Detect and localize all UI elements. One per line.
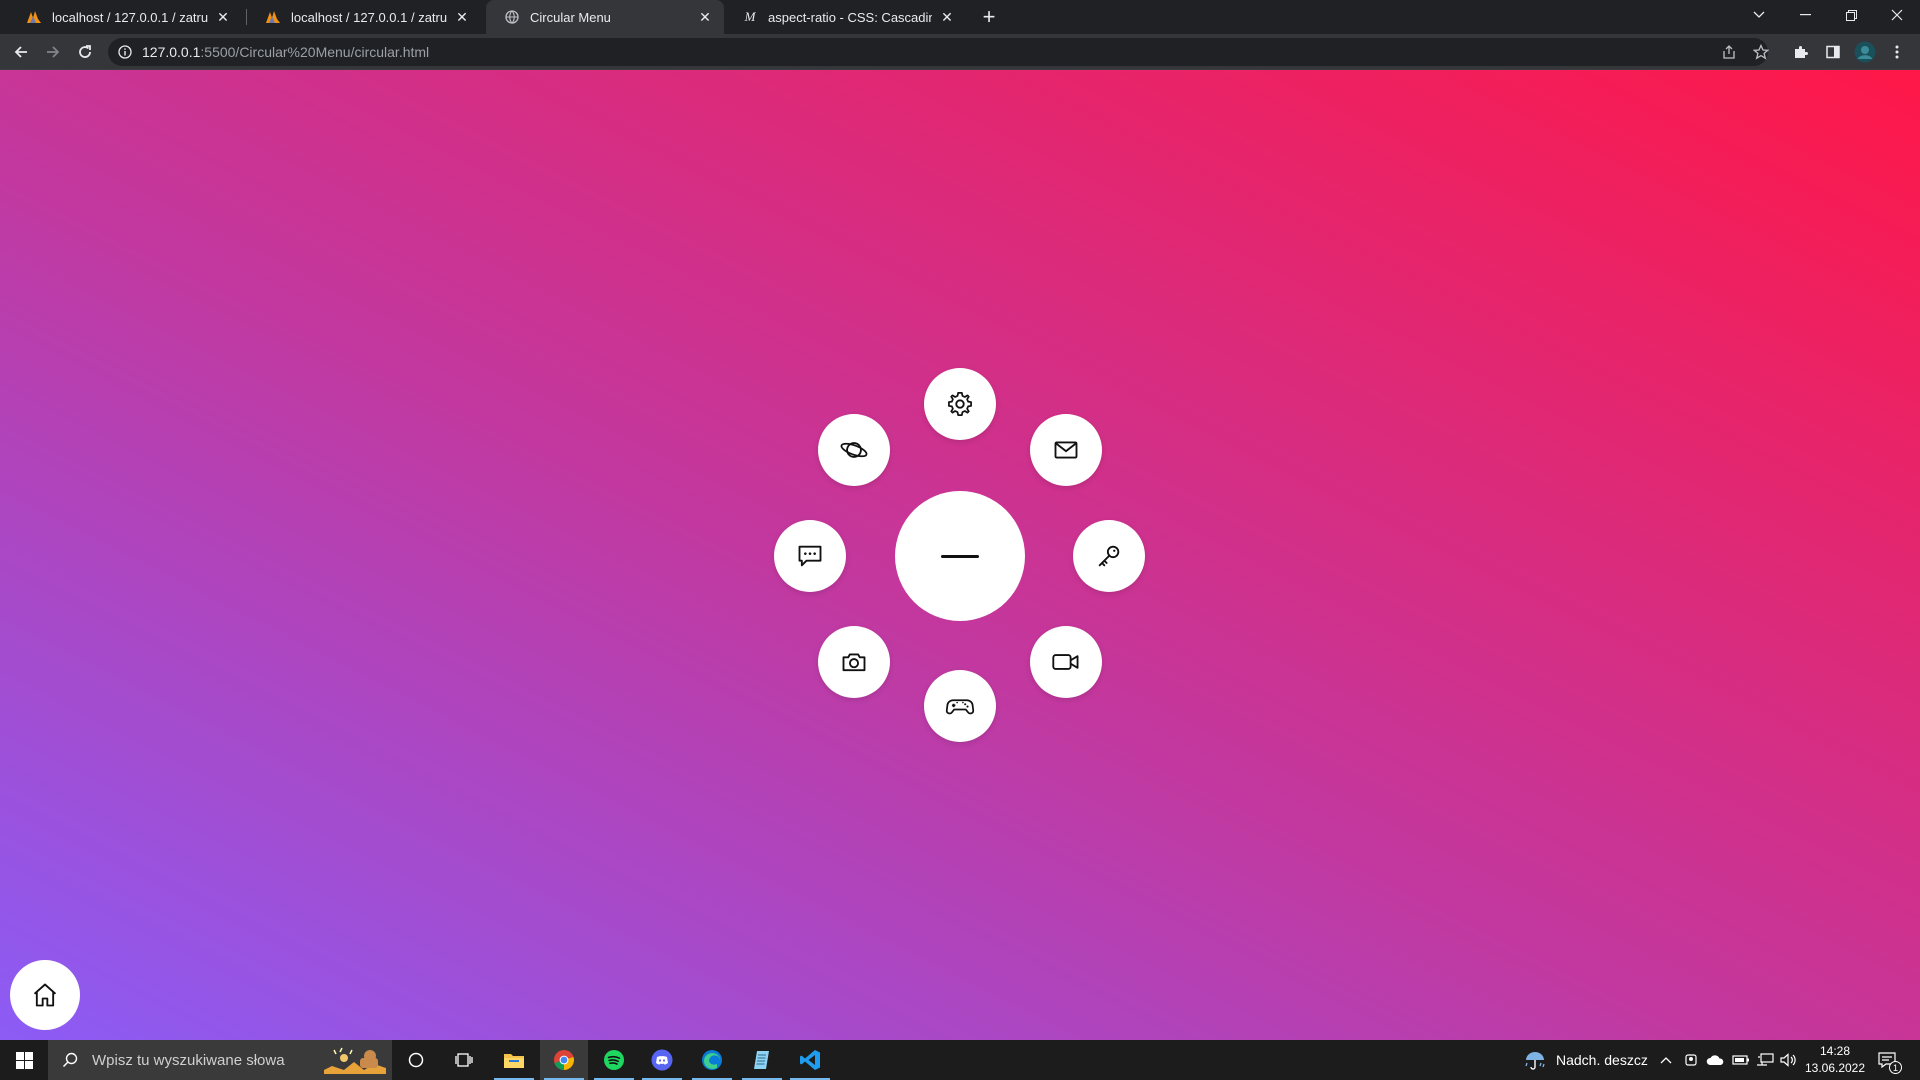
url-path: :5500/Circular%20Menu/circular.html xyxy=(200,44,430,60)
tab-title: Circular Menu xyxy=(530,9,611,25)
tab-phpmyadmin-2[interactable]: localhost / 127.0.0.1 / zatrudnien ✕ xyxy=(247,0,481,34)
notification-center[interactable]: 1 xyxy=(1878,1040,1902,1080)
side-panel-icon[interactable] xyxy=(1820,39,1846,65)
url-host: 127.0.0.1 xyxy=(142,44,201,60)
clock-time: 14:28 xyxy=(1819,1044,1851,1058)
vscode-icon[interactable] xyxy=(786,1040,834,1080)
close-icon[interactable]: ✕ xyxy=(696,8,714,26)
menu-item-games[interactable] xyxy=(924,670,996,742)
globe-icon xyxy=(504,9,520,25)
phpmyadmin-icon xyxy=(265,9,281,25)
search-placeholder: Wpisz tu wyszukiwane słowa xyxy=(92,1051,285,1069)
key-icon xyxy=(1098,545,1120,567)
camera-icon xyxy=(842,653,866,672)
volume-icon[interactable] xyxy=(1780,1040,1798,1080)
bookmark-star-icon[interactable] xyxy=(1748,39,1774,65)
network-icon[interactable] xyxy=(1756,1040,1774,1080)
menu-item-mail[interactable] xyxy=(1030,414,1102,486)
battery-icon[interactable] xyxy=(1732,1040,1750,1080)
notification-icon: 1 xyxy=(1878,1052,1902,1074)
video-camera-icon xyxy=(1052,654,1079,670)
menu-item-video[interactable] xyxy=(1030,626,1102,698)
discord-icon[interactable] xyxy=(638,1040,686,1080)
info-icon[interactable] xyxy=(118,45,132,59)
back-arrow-icon[interactable] xyxy=(8,39,34,65)
weather-text: Nadch. deszcz xyxy=(1556,1052,1648,1068)
extensions-puzzle-icon[interactable] xyxy=(1788,39,1814,65)
close-icon[interactable]: ✕ xyxy=(938,8,956,26)
edge-icon[interactable] xyxy=(688,1040,736,1080)
menu-item-planet[interactable] xyxy=(818,414,890,486)
rain-umbrella-icon xyxy=(1525,1052,1545,1070)
tab-mdn-aspect-ratio[interactable]: M aspect-ratio - CSS: Cascading Sty ✕ xyxy=(724,0,966,34)
windows-start-icon[interactable] xyxy=(0,1040,48,1080)
gear-icon xyxy=(948,392,972,416)
window-close-icon[interactable] xyxy=(1874,0,1920,30)
mdn-icon: M xyxy=(744,9,756,24)
clock-date: 13.06.2022 xyxy=(1804,1061,1866,1075)
show-hidden-icons-chevron-icon[interactable] xyxy=(1660,1040,1672,1080)
tab-phpmyadmin-1[interactable]: localhost / 127.0.0.1 / zatrudnien ✕ xyxy=(8,0,242,34)
tab-search-chevron-icon[interactable] xyxy=(1736,0,1782,30)
minus-icon xyxy=(941,554,979,558)
tab-strip: localhost / 127.0.0.1 / zatrudnien ✕ loc… xyxy=(0,0,1920,34)
tab-circular-menu[interactable]: Circular Menu ✕ xyxy=(486,0,724,34)
menu-toggle-button[interactable] xyxy=(895,491,1025,621)
home-button[interactable] xyxy=(10,960,80,1030)
home-icon xyxy=(33,983,57,1007)
chat-icon xyxy=(798,545,822,567)
chrome-icon[interactable] xyxy=(540,1040,588,1080)
forward-arrow-icon[interactable] xyxy=(40,39,66,65)
tab-title: localhost / 127.0.0.1 / zatrudnien xyxy=(291,9,447,25)
tab-title: localhost / 127.0.0.1 / zatrudnien xyxy=(52,9,208,25)
share-icon[interactable] xyxy=(1716,39,1742,65)
meet-now-icon[interactable] xyxy=(1684,1040,1698,1080)
file-explorer-icon[interactable] xyxy=(490,1040,538,1080)
planet-icon xyxy=(840,442,868,458)
gamepad-icon xyxy=(945,699,975,715)
browser-toolbar: 127.0.0.1:5500/Circular%20Menu/circular.… xyxy=(0,34,1920,70)
search-icon xyxy=(62,1052,78,1068)
tab-title: aspect-ratio - CSS: Cascading Sty xyxy=(768,9,932,25)
close-icon[interactable]: ✕ xyxy=(214,8,232,26)
menu-item-settings[interactable] xyxy=(924,368,996,440)
task-view-icon[interactable] xyxy=(440,1040,488,1080)
notification-count-badge: 1 xyxy=(1889,1061,1902,1074)
close-icon[interactable]: ✕ xyxy=(453,8,471,26)
page-background xyxy=(0,70,1920,1040)
reload-icon[interactable] xyxy=(72,39,98,65)
weather-widget[interactable]: Nadch. deszcz xyxy=(1524,1040,1648,1080)
mail-icon xyxy=(1054,441,1078,459)
url-text: 127.0.0.1:5500/Circular%20Menu/circular.… xyxy=(142,44,429,60)
menu-item-chat[interactable] xyxy=(774,520,846,592)
menu-item-key[interactable] xyxy=(1073,520,1145,592)
spotify-icon[interactable] xyxy=(590,1040,638,1080)
windows-taskbar: Wpisz tu wyszukiwane słowa Nadch. deszcz xyxy=(0,1040,1920,1080)
phpmyadmin-icon xyxy=(26,9,42,25)
search-highlight-image xyxy=(324,1044,386,1076)
new-tab-button[interactable]: + xyxy=(976,4,1002,30)
notepad-icon[interactable] xyxy=(738,1040,786,1080)
address-bar[interactable]: 127.0.0.1:5500/Circular%20Menu/circular.… xyxy=(108,38,1768,66)
cortana-icon[interactable] xyxy=(392,1040,440,1080)
profile-avatar[interactable] xyxy=(1852,39,1878,65)
menu-item-camera[interactable] xyxy=(818,626,890,698)
taskbar-clock[interactable]: 14:28 13.06.2022 xyxy=(1800,1043,1870,1077)
minimize-icon[interactable] xyxy=(1782,0,1828,30)
onedrive-cloud-icon[interactable] xyxy=(1706,1040,1724,1080)
more-menu-icon[interactable] xyxy=(1884,39,1910,65)
restore-icon[interactable] xyxy=(1828,0,1874,30)
taskbar-search-box[interactable]: Wpisz tu wyszukiwane słowa xyxy=(48,1040,392,1080)
